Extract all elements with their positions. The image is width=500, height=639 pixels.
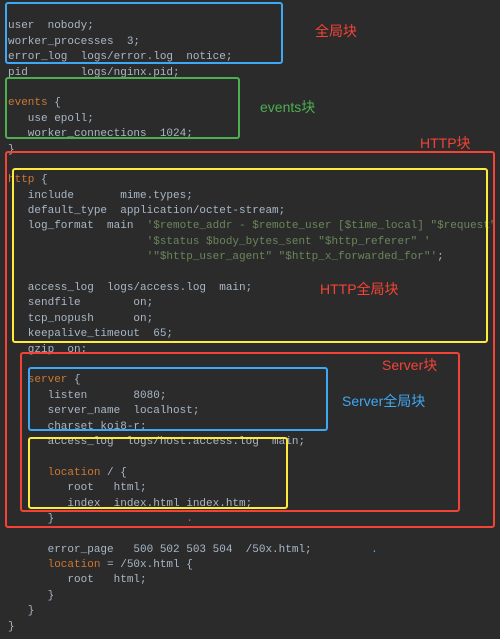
code-line: } . xyxy=(8,513,193,525)
code-line: root html; xyxy=(8,482,147,494)
code-line: listen 8080; xyxy=(8,390,166,402)
code-line: worker_connections 1024; xyxy=(8,128,193,140)
code-line: '$status $body_bytes_sent "$http_referer… xyxy=(8,236,430,248)
code-line: server { xyxy=(8,374,81,386)
code-line: access_log logs/host.access.log main; xyxy=(8,436,305,448)
code-line: error_page 500 502 503 504 /50x.html; . xyxy=(8,544,378,556)
code-line: events { xyxy=(8,97,61,109)
code-line: } xyxy=(8,605,34,617)
code-line: log_format main '$remote_addr - $remote_… xyxy=(8,220,500,232)
code-line: user nobody; xyxy=(8,20,94,32)
nginx-config-code: user nobody; worker_processes 3; error_l… xyxy=(0,0,500,639)
code-line: gzip on; xyxy=(8,344,87,356)
code-line: pid logs/nginx.pid; xyxy=(8,67,180,79)
code-line: } xyxy=(8,144,15,156)
code-line: http { xyxy=(8,174,48,186)
code-line: use epoll; xyxy=(8,113,94,125)
code-line: error_log logs/error.log notice; xyxy=(8,51,232,63)
code-line: index index.html index.htm; xyxy=(8,498,252,510)
code-line: '"$http_user_agent" "$http_x_forwarded_f… xyxy=(8,251,444,263)
code-line: location / { xyxy=(8,467,127,479)
code-line: include mime.types; xyxy=(8,190,193,202)
code-line: tcp_nopush on; xyxy=(8,313,153,325)
code-line: } xyxy=(8,590,54,602)
code-line: root html; xyxy=(8,574,147,586)
code-line: charset koi8-r; xyxy=(8,421,147,433)
code-line: keepalive_timeout 65; xyxy=(8,328,173,340)
code-line: } xyxy=(8,621,15,633)
code-line: worker_processes 3; xyxy=(8,36,140,48)
code-line: location = /50x.html { xyxy=(8,559,193,571)
code-line: default_type application/octet-stream; xyxy=(8,205,285,217)
code-line: access_log logs/access.log main; xyxy=(8,282,252,294)
code-line: sendfile on; xyxy=(8,297,153,309)
code-line: server_name localhost; xyxy=(8,405,199,417)
